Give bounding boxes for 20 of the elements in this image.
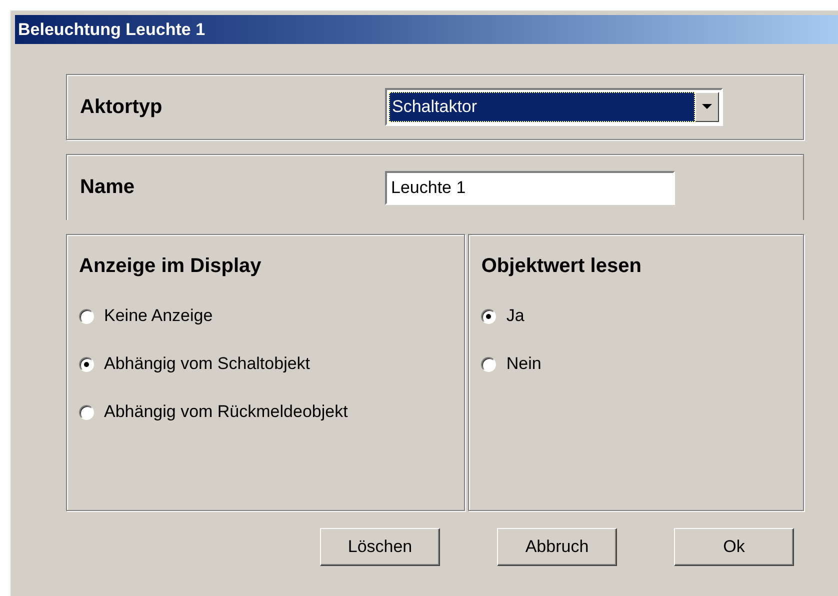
- input-field[interactable]: Leuchte 1: [385, 170, 675, 204]
- window-title: Beleuchtung Leuchte 1: [15, 15, 838, 44]
- radio-label[interactable]: Ja: [506, 306, 524, 326]
- radio-label[interactable]: Abhängig vom Rückmeldeobjekt: [104, 402, 348, 422]
- field-label: Aktortyp: [79, 96, 164, 118]
- field-label: Name: [79, 176, 136, 199]
- radio-label[interactable]: Keine Anzeige: [104, 306, 213, 326]
- radio-button[interactable]: [79, 356, 94, 372]
- radio-button[interactable]: [79, 404, 94, 420]
- group-title: Anzeige im Display: [79, 255, 262, 278]
- radio-label[interactable]: Abhängig vom Schaltobjekt: [104, 354, 310, 374]
- dialog-button[interactable]: Abbruch: [497, 528, 617, 566]
- dialog-button[interactable]: Löschen: [320, 528, 440, 566]
- radio-label[interactable]: Nein: [506, 354, 542, 374]
- dropdown[interactable]: Schaltaktor: [385, 88, 723, 126]
- dialog-button[interactable]: Ok: [674, 528, 794, 566]
- radio-button[interactable]: [79, 308, 94, 324]
- radio-button[interactable]: [481, 308, 496, 324]
- radio-button[interactable]: [481, 356, 496, 372]
- group-title: Objektwert lesen: [481, 255, 642, 278]
